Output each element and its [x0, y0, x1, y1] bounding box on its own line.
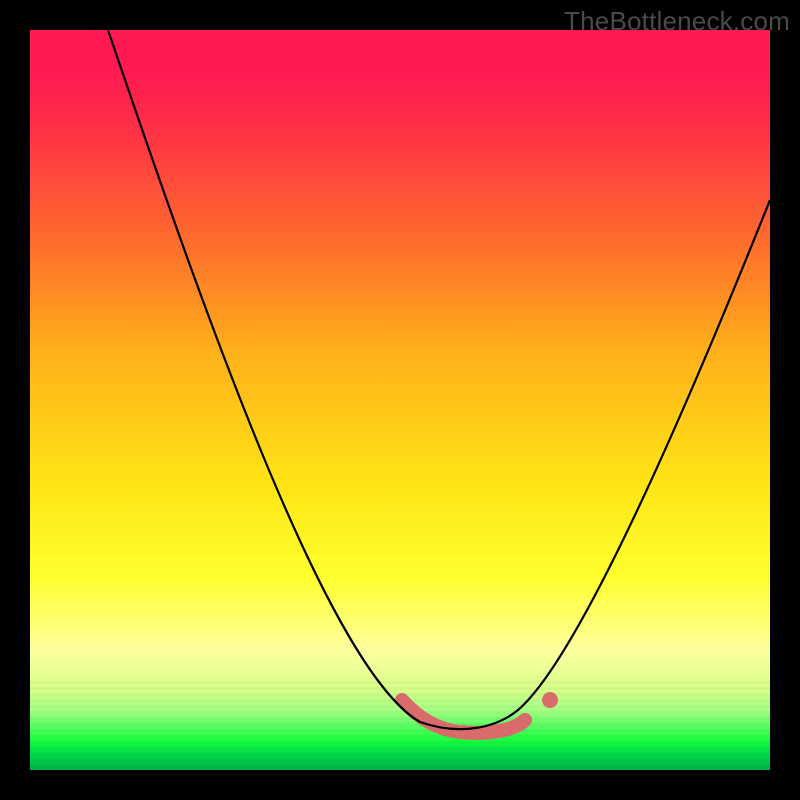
chart-frame: TheBottleneck.com [0, 0, 800, 800]
gradient-background [30, 30, 770, 770]
plot-area [30, 30, 770, 770]
